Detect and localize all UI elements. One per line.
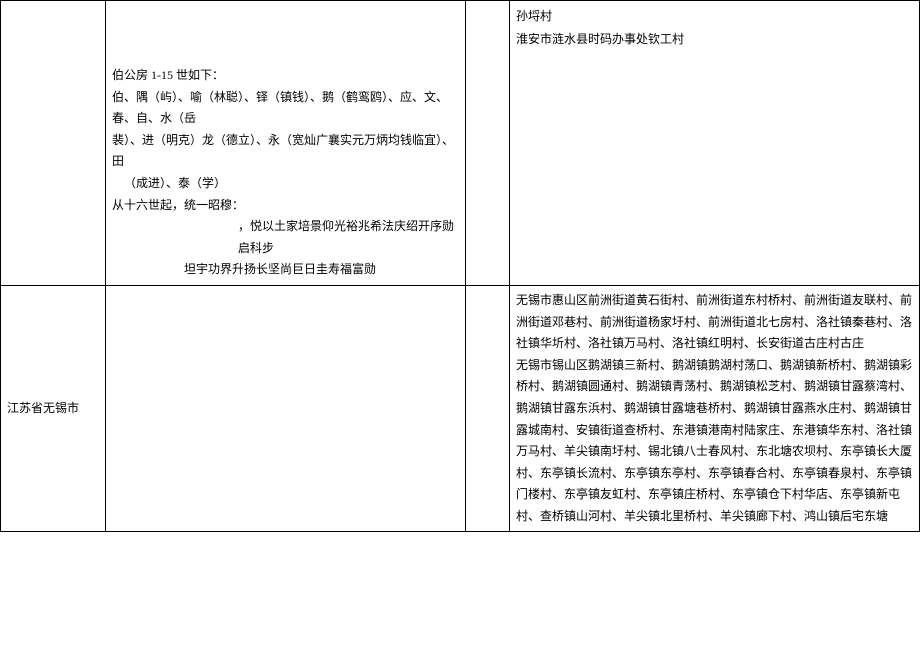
lineage-line: （成进）、泰（学） [112, 173, 459, 195]
blank-cell [466, 285, 510, 532]
location-paragraph: 无锡市惠山区前洲街道黄石街村、前洲街道东村桥村、前洲街道友联村、前洲街道邓巷村、… [516, 290, 913, 355]
lineage-line: 从十六世起，统一昭穆： [112, 195, 459, 217]
document-page: 伯公房 1-15 世如下： 伯、隅（屿）、喻（林聪）、铎（镇钱）、鹅（鹤鸾鸥）、… [0, 0, 920, 532]
table-row: 伯公房 1-15 世如下： 伯、隅（屿）、喻（林聪）、铎（镇钱）、鹅（鹤鸾鸥）、… [1, 1, 920, 286]
location-line: 淮安市涟水县时码办事处钦工村 [516, 28, 913, 51]
region-cell: 江苏省无锡市 [1, 285, 106, 532]
genealogy-table: 伯公房 1-15 世如下： 伯、隅（屿）、喻（林聪）、铎（镇钱）、鹅（鹤鸾鸥）、… [0, 0, 920, 532]
locations-cell: 孙埒村 淮安市涟水县时码办事处钦工村 [510, 1, 920, 286]
locations-cell: 无锡市惠山区前洲街道黄石街村、前洲街道东村桥村、前洲街道友联村、前洲街道邓巷村、… [510, 285, 920, 532]
location-line: 孙埒村 [516, 5, 913, 28]
location-paragraph: 无锡市锡山区鹅湖镇三新村、鹅湖镇鹅湖村荡口、鹅湖镇新桥村、鹅湖镇彩桥村、鹅湖镇圆… [516, 355, 913, 528]
blank-cell [466, 1, 510, 286]
lineage-line: 裴）、进（明克）龙（德立）、永（宽灿广襄实元万炳均钱临宜）、田 [112, 130, 459, 173]
lineage-content: 伯公房 1-15 世如下： 伯、隅（屿）、喻（林聪）、铎（镇钱）、鹅（鹤鸾鸥）、… [112, 5, 459, 281]
region-cell [1, 1, 106, 286]
lineage-line: 坦宇功界升扬长坚尚巨日圭寿福富勋 [112, 259, 459, 281]
lineage-cell: 伯公房 1-15 世如下： 伯、隅（屿）、喻（林聪）、铎（镇钱）、鹅（鹤鸾鸥）、… [106, 1, 466, 286]
lineage-title: 伯公房 1-15 世如下： [112, 65, 459, 87]
lineage-cell [106, 285, 466, 532]
lineage-line: 伯、隅（屿）、喻（林聪）、铎（镇钱）、鹅（鹤鸾鸥）、应、文、春、自、水（岳 [112, 87, 459, 130]
lineage-line: ，悦以土家培景仰光裕兆希法庆绍开序勋启科步 [112, 216, 459, 259]
region-text: 江苏省无锡市 [7, 401, 79, 415]
table-row: 江苏省无锡市 无锡市惠山区前洲街道黄石街村、前洲街道东村桥村、前洲街道友联村、前… [1, 285, 920, 532]
